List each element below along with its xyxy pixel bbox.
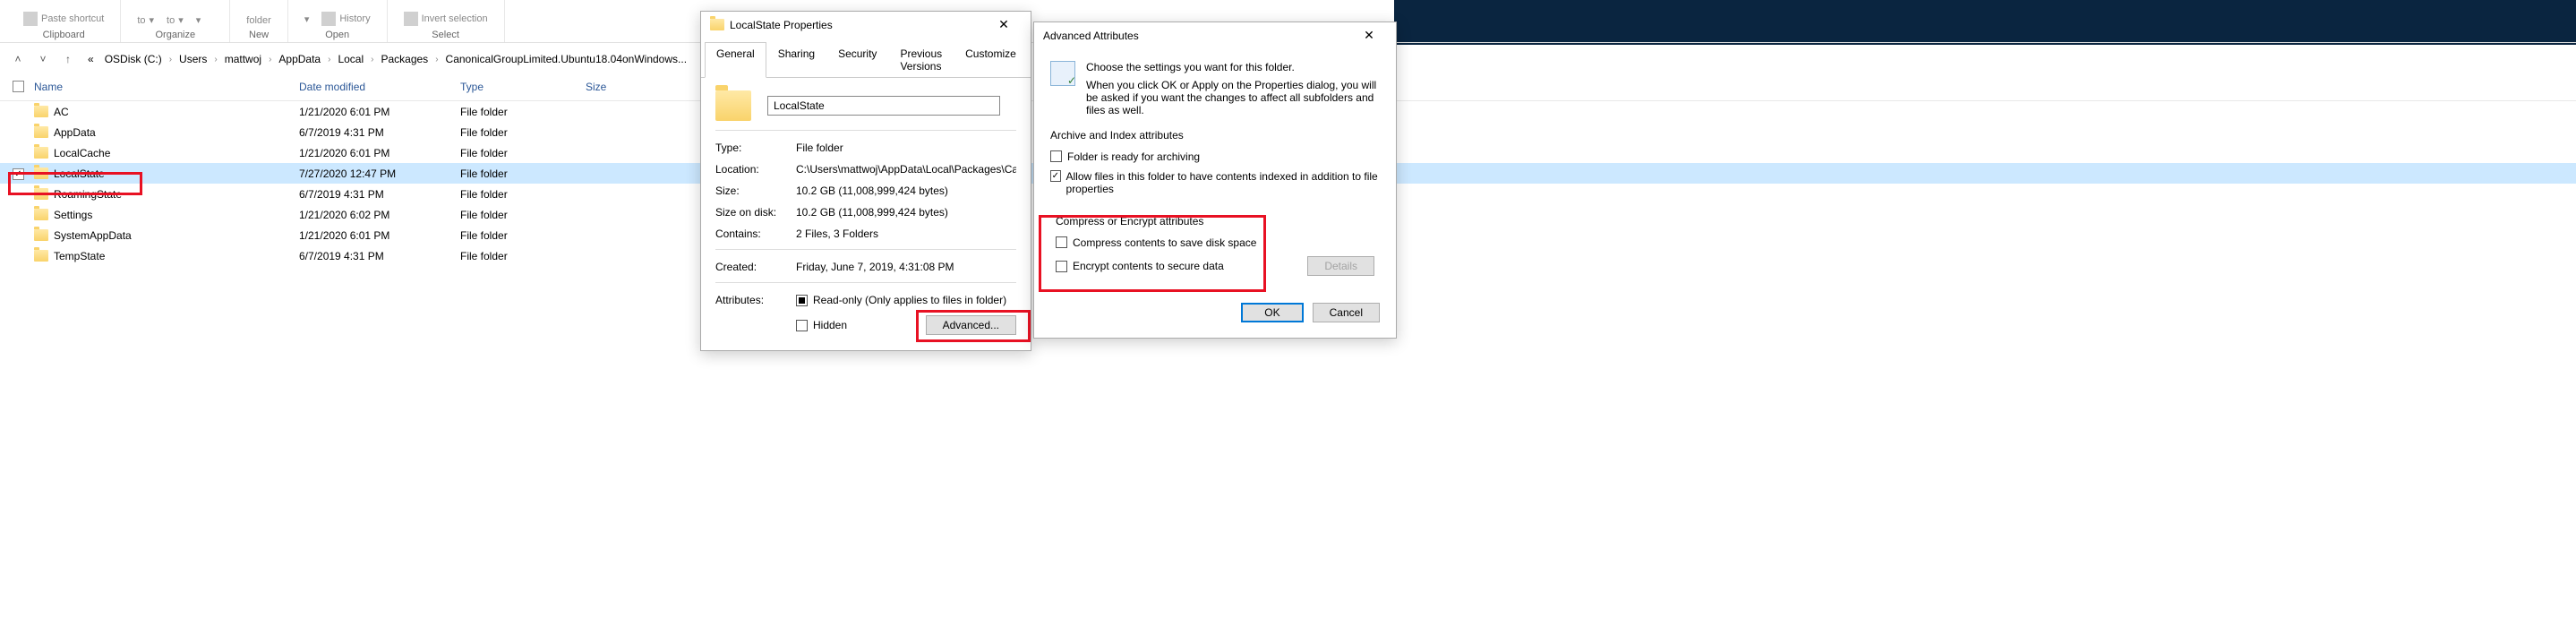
date-modified: 7/27/2020 12:47 PM (299, 167, 460, 180)
folder-icon (34, 106, 48, 117)
sizeondisk-value: 10.2 GB (11,008,999,424 bytes) (796, 206, 1016, 219)
paste-icon (23, 12, 38, 26)
close-button[interactable]: ✕ (986, 17, 1022, 32)
folder-icon (34, 167, 48, 179)
file-type: File folder (460, 250, 586, 262)
tab-general[interactable]: General (705, 42, 766, 78)
ribbon-group-open: Open (325, 30, 349, 40)
advanced-button[interactable]: Advanced... (926, 315, 1016, 335)
properties-button[interactable]: ▾ (304, 13, 310, 25)
folder-name: TempState (54, 250, 105, 262)
folder-name-input[interactable] (767, 96, 1000, 116)
column-date[interactable]: Date modified (299, 81, 460, 95)
compress-checkbox[interactable] (1056, 236, 1067, 248)
dialog-title: LocalState Properties (730, 19, 833, 31)
crumb-user[interactable]: mattwoj (221, 51, 265, 67)
attributes-icon (1050, 61, 1075, 86)
select-all-checkbox[interactable] (13, 81, 24, 92)
folder-icon (34, 209, 48, 220)
nav-up[interactable]: ↑ (59, 50, 77, 68)
big-folder-icon (715, 90, 751, 121)
ribbon-group-clipboard: Clipboard (43, 30, 85, 40)
file-type: File folder (460, 106, 586, 118)
invert-icon (404, 12, 418, 26)
column-type[interactable]: Type (460, 81, 586, 95)
file-type: File folder (460, 229, 586, 242)
row-checkbox[interactable] (13, 168, 24, 180)
properties-tabs: General Sharing Security Previous Versio… (701, 41, 1031, 78)
date-modified: 6/7/2019 4:31 PM (299, 250, 460, 262)
date-modified: 1/21/2020 6:02 PM (299, 209, 460, 221)
history-icon (321, 12, 336, 26)
advanced-attributes-dialog: Advanced Attributes ✕ Choose the setting… (1033, 21, 1397, 339)
file-type: File folder (460, 209, 586, 221)
ribbon-group-select: Select (432, 30, 459, 40)
ok-button[interactable]: OK (1241, 303, 1303, 322)
cancel-button[interactable]: Cancel (1313, 303, 1380, 322)
folder-icon (34, 250, 48, 262)
nav-dropdown[interactable]: ˅ (34, 50, 52, 68)
file-type: File folder (460, 126, 586, 139)
archive-section-label: Archive and Index attributes (1050, 129, 1380, 142)
properties-dialog: LocalState Properties ✕ General Sharing … (700, 11, 1031, 351)
crumb-appdata[interactable]: AppData (275, 51, 324, 67)
size-value: 10.2 GB (11,008,999,424 bytes) (796, 185, 1016, 197)
folder-icon (34, 126, 48, 138)
hidden-checkbox[interactable] (796, 320, 808, 331)
file-type: File folder (460, 167, 586, 180)
folder-icon (34, 147, 48, 159)
folder-name: SystemAppData (54, 229, 132, 242)
crumb-package[interactable]: CanonicalGroupLimited.Ubuntu18.04onWindo… (442, 51, 691, 67)
date-modified: 1/21/2020 6:01 PM (299, 106, 460, 118)
breadcrumb[interactable]: « OSDisk (C:)› Users› mattwoj› AppData› … (84, 51, 690, 67)
date-modified: 6/7/2019 4:31 PM (299, 126, 460, 139)
adv-dialog-title: Advanced Attributes (1043, 30, 1139, 42)
crumb-osdisk[interactable]: OSDisk (C:) (101, 51, 166, 67)
folder-name: Settings (54, 209, 92, 221)
copy-to-button[interactable]: to ▾ (167, 14, 184, 26)
ribbon-group-organize: Organize (155, 30, 195, 40)
tab-security[interactable]: Security (826, 42, 888, 78)
invert-selection-button[interactable]: Invert selection (404, 12, 488, 26)
paste-shortcut-button[interactable]: Paste shortcut (23, 12, 104, 26)
tab-previous[interactable]: Previous Versions (888, 42, 954, 78)
tab-customize[interactable]: Customize (954, 42, 1028, 78)
adv-close-button[interactable]: ✕ (1351, 28, 1387, 43)
location-value: C:\Users\mattwoj\AppData\Local\Packages\… (796, 163, 1016, 176)
contains-value: 2 Files, 3 Folders (796, 228, 1016, 240)
encrypt-checkbox[interactable] (1056, 261, 1067, 272)
type-value: File folder (796, 142, 1016, 154)
move-to-button[interactable]: to ▾ (137, 14, 154, 26)
crumb-users[interactable]: Users (175, 51, 210, 67)
new-folder-button[interactable]: folder (246, 15, 271, 26)
date-modified: 1/21/2020 6:01 PM (299, 147, 460, 159)
up-button[interactable]: ˄ (9, 50, 27, 68)
folder-name: LocalCache (54, 147, 110, 159)
folder-icon (34, 229, 48, 241)
folder-name: AC (54, 106, 69, 118)
folder-name: RoamingState (54, 188, 122, 201)
tab-sharing[interactable]: Sharing (766, 42, 826, 78)
history-button[interactable]: History (321, 12, 370, 26)
crumb-packages[interactable]: Packages (377, 51, 432, 67)
column-size[interactable]: Size (586, 81, 675, 95)
folder-name: LocalState (54, 167, 105, 180)
delete-button[interactable]: ▾ (196, 14, 201, 26)
archive-ready-checkbox[interactable] (1050, 150, 1062, 162)
column-name[interactable]: Name (30, 81, 299, 95)
created-value: Friday, June 7, 2019, 4:31:08 PM (796, 261, 1016, 273)
folder-name: AppData (54, 126, 96, 139)
folder-icon (710, 19, 724, 30)
date-modified: 1/21/2020 6:01 PM (299, 229, 460, 242)
ribbon-group-new: New (249, 30, 269, 40)
date-modified: 6/7/2019 4:31 PM (299, 188, 460, 201)
file-type: File folder (460, 188, 586, 201)
crumb-local[interactable]: Local (334, 51, 367, 67)
details-button: Details (1307, 256, 1374, 276)
allow-index-checkbox[interactable] (1050, 170, 1061, 182)
folder-icon (34, 188, 48, 200)
readonly-checkbox[interactable] (796, 295, 808, 306)
file-type: File folder (460, 147, 586, 159)
compress-section-label: Compress or Encrypt attributes (1056, 215, 1374, 228)
